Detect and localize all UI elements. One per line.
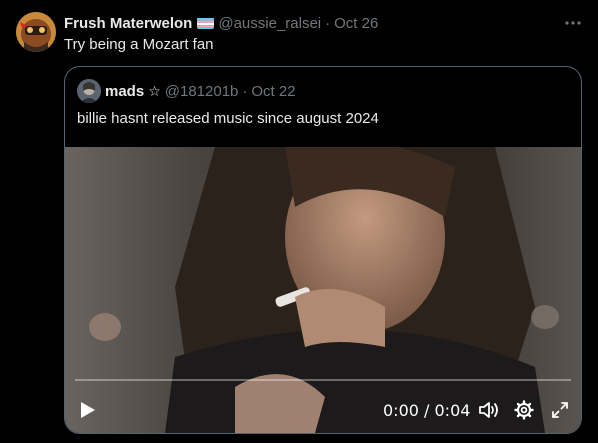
quote-avatar-image — [77, 79, 101, 103]
play-icon — [81, 402, 95, 418]
quote-date[interactable]: Oct 22 — [251, 83, 295, 100]
author-name[interactable]: Frush Materwelon — [64, 15, 192, 32]
video-player[interactable]: 0:00 / 0:04 — [65, 147, 581, 433]
tweet-text: Try being a Mozart fan — [64, 36, 214, 53]
quote-author-avatar[interactable] — [77, 79, 101, 103]
quote-header: mads ☆ @181201b · Oct 22 — [105, 81, 296, 101]
header-separator: · — [325, 14, 331, 32]
volume-button[interactable] — [477, 399, 501, 421]
quote-star-icon: ☆ — [148, 82, 161, 99]
author-handle[interactable]: @aussie_ralsei — [218, 15, 321, 32]
video-progress-bar[interactable] — [75, 379, 571, 381]
quote-header-separator: · — [242, 82, 248, 100]
fullscreen-icon — [552, 402, 568, 418]
transgender-flag-icon — [197, 17, 215, 29]
settings-gear-icon — [514, 400, 534, 420]
quote-text: billie hasnt released music since august… — [77, 110, 379, 127]
settings-button[interactable] — [512, 399, 536, 421]
quote-author-handle[interactable]: @181201b — [165, 83, 239, 100]
more-options-button[interactable] — [562, 12, 584, 34]
fullscreen-button[interactable] — [549, 399, 571, 421]
video-controls: 0:00 / 0:04 — [65, 395, 581, 425]
quoted-tweet[interactable]: mads ☆ @181201b · Oct 22 billie hasnt re… — [64, 66, 582, 434]
tweet-header: Frush Materwelon @aussie_ralsei · Oct 26 — [64, 13, 588, 33]
more-options-icon — [565, 21, 581, 25]
avatar-image — [16, 12, 56, 52]
video-time: 0:00 / 0:04 — [383, 401, 471, 420]
quote-author-name[interactable]: mads — [105, 83, 144, 100]
play-button[interactable] — [77, 399, 99, 421]
volume-icon — [479, 402, 498, 418]
tweet-date[interactable]: Oct 26 — [334, 15, 378, 32]
video-frame — [65, 147, 581, 433]
author-avatar[interactable] — [16, 12, 56, 52]
